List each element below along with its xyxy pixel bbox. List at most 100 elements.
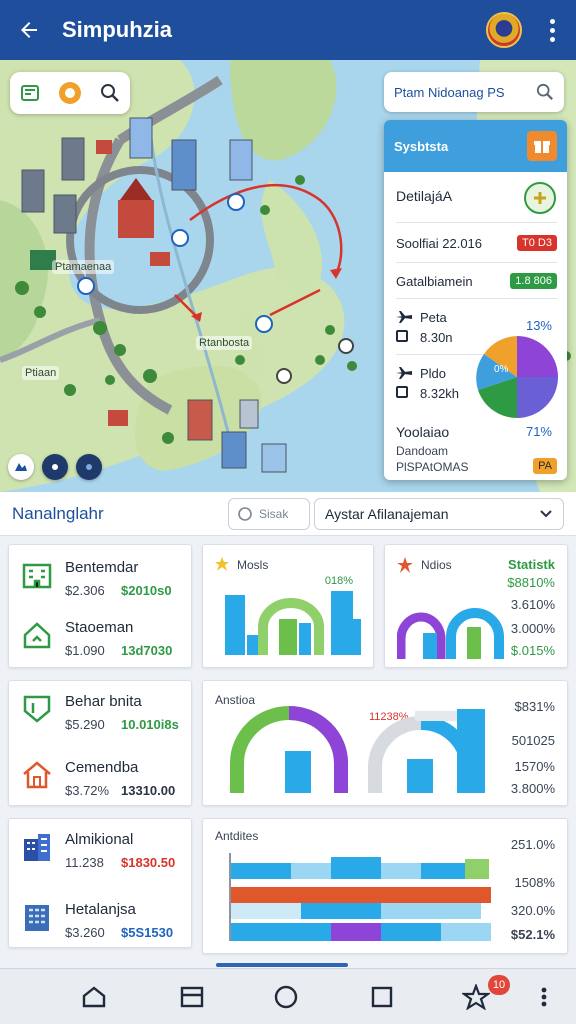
flight-value: 8.32kh xyxy=(420,386,460,401)
compass-icon[interactable] xyxy=(8,454,34,480)
stats-card[interactable]: Behar bnita $5.290 10.010i8s Cemendba $3… xyxy=(8,680,192,806)
chart-pct: 1508% xyxy=(514,875,555,890)
location-badge-icon[interactable] xyxy=(57,80,83,106)
stat-value: $5.290 xyxy=(65,717,105,732)
more-vert-icon[interactable] xyxy=(542,15,562,45)
map-controls xyxy=(8,454,102,480)
stat-name: Cemendba xyxy=(65,759,139,776)
map-place-label: Ptamaenaa xyxy=(52,260,115,274)
info-row-1-label: Soolfiai 22.016 xyxy=(396,236,483,251)
bottom-navigation: 10 xyxy=(0,963,576,1024)
stat-value-highlight: $5S1530 xyxy=(121,925,174,940)
app-title: Simpuhzia xyxy=(62,17,173,42)
section-select[interactable]: Aystar Afilanajeman xyxy=(314,498,564,530)
more-vert-icon[interactable] xyxy=(530,983,558,1011)
info-panel-header: Sysbtsta xyxy=(384,120,567,172)
flight-label: Pldo xyxy=(420,366,447,381)
zoom-icon[interactable] xyxy=(76,454,102,480)
search-icon xyxy=(536,83,553,100)
star-icon xyxy=(215,557,229,571)
map-place-label: Ptiaan xyxy=(22,366,60,380)
chart-card-wide[interactable]: Antdites 251.0% 1508% 320.0% $52.1% xyxy=(202,818,568,954)
locate-me-icon[interactable] xyxy=(42,454,68,480)
emblem-icon xyxy=(486,12,522,48)
plus-icon[interactable] xyxy=(524,182,556,214)
chart-pct: 320.0% xyxy=(510,903,555,918)
search-icon[interactable] xyxy=(97,80,123,106)
back-arrow-icon[interactable] xyxy=(14,15,44,45)
chart-card-wide[interactable]: Anstioa 11238% $831% 501025 1570% 3.800% xyxy=(202,680,568,806)
chart-pct: 3.610% xyxy=(510,597,555,612)
circle-home-icon[interactable] xyxy=(272,983,300,1011)
layers-icon[interactable] xyxy=(17,80,43,106)
scroll-indicator xyxy=(216,963,348,967)
stats-card[interactable]: Bentemdar $2.306 $2010s0 Staoeman $1.090… xyxy=(8,544,192,668)
app-bar: Simpuhzia xyxy=(0,0,576,60)
map-place-label: Rtanbosta xyxy=(196,336,253,350)
info-footer-sub1: Dandoam xyxy=(396,444,449,458)
square-recent-icon[interactable] xyxy=(368,983,396,1011)
chart-pct: 501025 xyxy=(511,733,555,748)
info-row-1: Soolfiai 22.016 T0 D3 xyxy=(396,235,557,251)
stat-value: $2.306 xyxy=(65,583,105,598)
info-footer-title: Yoolaiao xyxy=(396,424,450,440)
chart-card[interactable]: Ndios Statistk $8810% 3.610% 3.000% $.01… xyxy=(384,544,568,668)
flight-label: Peta xyxy=(420,310,447,325)
chart-pct: 1570% xyxy=(514,759,555,774)
info-panel: Sysbtsta DetilajáA Soolfiai 22.016 T0 D3… xyxy=(384,120,567,480)
section-search-input[interactable]: Sisak xyxy=(228,498,310,530)
building-icon xyxy=(22,563,52,589)
stat-value: $3.72% xyxy=(65,783,110,798)
chart-pct: $52.1% xyxy=(510,927,555,942)
info-footer-badge: PA xyxy=(533,458,557,474)
divider xyxy=(396,298,557,299)
stat-value: $1.090 xyxy=(65,643,105,658)
stats-card[interactable]: Almikional 11.238 $1830.50 Hetalanjsa $3… xyxy=(8,818,192,948)
favorites-star-icon[interactable] xyxy=(462,983,490,1011)
info-row-2: Gatalbiamein 1.8 806 xyxy=(396,273,557,289)
chart-pct: $.015% xyxy=(510,643,555,658)
stat-value-highlight: $2010s0 xyxy=(121,583,172,598)
pie-label: 0% xyxy=(494,364,509,375)
map-toolbar xyxy=(10,72,130,114)
stat-value-highlight: $1830.50 xyxy=(121,855,176,870)
info-row-1-badge: T0 D3 xyxy=(517,235,557,251)
stacked-bar-chart xyxy=(229,853,491,941)
stat-value: $3.260 xyxy=(65,925,105,940)
shield-icon xyxy=(23,695,51,723)
arc-chart xyxy=(397,608,504,659)
stat-name: Almikional xyxy=(65,831,134,848)
gauge-chart xyxy=(230,706,485,793)
gift-icon[interactable] xyxy=(527,131,557,161)
map-search-input[interactable]: Ptam Nidoanag PS xyxy=(384,72,564,112)
pie-chart: 0% xyxy=(476,336,558,419)
section-header: Nanalnglahr Sisak Aystar Afilanajeman xyxy=(0,492,576,536)
home-icon xyxy=(23,622,51,649)
chart-value: 018% xyxy=(324,575,353,587)
list-icon[interactable] xyxy=(178,983,206,1011)
flight-value: 8.30n xyxy=(420,330,453,345)
stat-name: Bentemdar xyxy=(65,559,139,576)
section-search-text: Sisak xyxy=(259,507,289,521)
info-pct: 13% xyxy=(525,318,552,333)
chart-pct: $8810% xyxy=(507,575,555,590)
stat-value: 11.238 xyxy=(65,855,104,870)
chart-pct: 3.800% xyxy=(510,781,555,796)
info-row-2-label: Gatalbiamein xyxy=(396,274,473,289)
checkbox[interactable] xyxy=(396,330,408,342)
star-icon xyxy=(397,557,413,573)
chart-pct: 251.0% xyxy=(510,837,555,852)
chart-pct: $831% xyxy=(514,699,555,714)
apartment-icon xyxy=(25,905,49,931)
chart-pct: 3.000% xyxy=(510,621,555,636)
map-search-text: Ptam Nidoanag PS xyxy=(394,84,505,100)
divider xyxy=(396,262,557,263)
stat-value-highlight: 10.010i8s xyxy=(121,717,179,732)
section-select-value: Aystar Afilanajeman xyxy=(325,506,449,522)
checkbox[interactable] xyxy=(396,386,408,398)
stat-value-highlight: 13d7030 xyxy=(121,643,173,658)
home-icon[interactable] xyxy=(80,983,108,1011)
stat-name: Behar bnita xyxy=(65,693,142,710)
chart-card[interactable]: Mosls 018% xyxy=(202,544,374,668)
stat-name: Staoeman xyxy=(65,619,134,636)
